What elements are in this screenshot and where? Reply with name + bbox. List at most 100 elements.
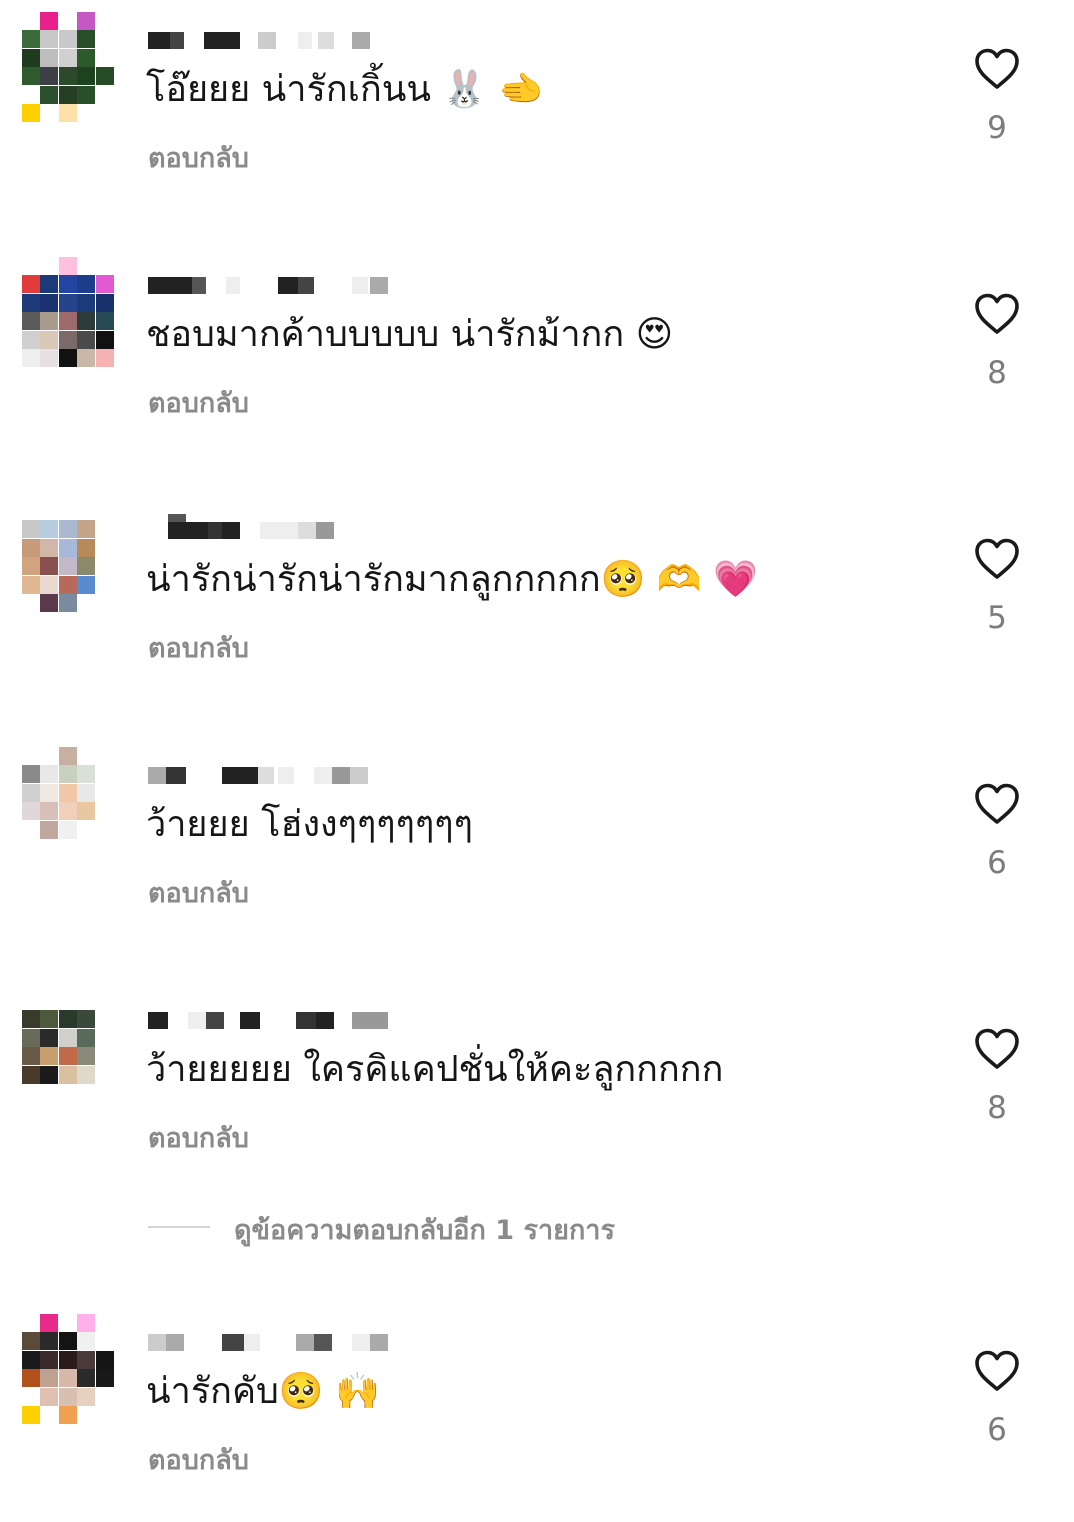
comment-text: น่ารักน่ารักน่ารักมากลูกกกกก🥺 🫶 💗: [146, 559, 759, 600]
avatar-pixel: [58, 575, 77, 594]
username-redacted[interactable]: [148, 763, 408, 793]
like-button[interactable]: 8: [970, 1028, 1024, 1126]
username-redaction-block: [278, 277, 298, 294]
avatar-pixel: [58, 747, 77, 765]
avatar-pixel: [95, 1350, 114, 1369]
avatar-pixel: [58, 330, 77, 349]
avatar[interactable]: [22, 502, 114, 614]
username-redaction-block: [148, 767, 166, 784]
username-redaction-block: [258, 32, 276, 49]
comment-text: ชอบมากค้าบบบบบ น่ารักม้ากก 😍: [146, 314, 674, 355]
avatar-pixel: [22, 1314, 40, 1332]
avatar-pixel: [22, 1406, 40, 1424]
comment-text: ว้ายยย โฮ่งงๆๆๆๆๆๆๆ: [146, 804, 473, 845]
username-redacted[interactable]: [148, 1008, 408, 1038]
avatar-pixel: [95, 820, 114, 839]
avatar-pixel: [40, 1350, 59, 1369]
heart-outline-icon[interactable]: [970, 538, 1024, 580]
comment-text: ว้ายยยยย ใครคิแคปชั่นให้คะลูกกกกก: [146, 1049, 724, 1090]
username-redacted[interactable]: [148, 28, 408, 58]
username-redaction-block: [298, 32, 312, 49]
avatar-pixel: [58, 1065, 77, 1084]
like-button[interactable]: 9: [970, 48, 1024, 146]
avatar-pixel: [22, 48, 40, 67]
avatar-pixel: [40, 1387, 59, 1406]
heart-outline-icon[interactable]: [970, 48, 1024, 90]
avatar[interactable]: [22, 992, 114, 1104]
avatar[interactable]: [22, 747, 114, 859]
heart-outline-icon[interactable]: [970, 783, 1024, 825]
avatar-pixel: [77, 1387, 96, 1406]
avatar-pixel: [95, 85, 114, 104]
avatar-pixel: [77, 1350, 96, 1369]
username-redacted[interactable]: [148, 1330, 408, 1360]
avatar[interactable]: [22, 257, 114, 369]
username-redaction-block: [148, 1012, 168, 1029]
username-redacted[interactable]: [148, 273, 408, 303]
heart-outline-icon[interactable]: [970, 1028, 1024, 1070]
avatar-pixel: [77, 85, 96, 104]
avatar-pixel: [22, 293, 40, 312]
avatar-pixel: [40, 1010, 59, 1029]
avatar-pixel: [95, 1065, 114, 1084]
reply-button[interactable]: ตอบกลับ: [148, 871, 249, 914]
avatar-pixel: [22, 992, 40, 1010]
avatar-pixel: [22, 783, 40, 802]
avatar-pixel: [77, 330, 96, 349]
username-redacted[interactable]: [148, 514, 408, 548]
avatar-pixel: [95, 557, 114, 576]
username-redaction-block: [240, 1012, 260, 1029]
avatar-pixel: [40, 67, 59, 86]
avatar[interactable]: [22, 1314, 114, 1426]
like-button[interactable]: 6: [970, 783, 1024, 881]
avatar-pixel: [77, 1010, 96, 1029]
reply-button[interactable]: ตอบกลับ: [148, 381, 249, 424]
avatar-pixel: [77, 12, 96, 30]
avatar-pixel: [58, 349, 77, 367]
reply-button[interactable]: ตอบกลับ: [148, 136, 249, 179]
comment-text: โอ๊ยยย น่ารักเกิ้นน 🐰 🫲: [146, 69, 544, 110]
username-redaction-block: [258, 767, 274, 784]
username-redaction-block: [260, 522, 298, 539]
reply-button[interactable]: ตอบกลับ: [148, 626, 249, 669]
avatar-pixel: [77, 257, 96, 275]
avatar-pixel: [58, 520, 77, 539]
avatar-pixel: [95, 765, 114, 784]
heart-outline-icon[interactable]: [970, 293, 1024, 335]
username-redaction-block: [316, 1012, 334, 1029]
avatar-pixel: [95, 349, 114, 367]
avatar-pixel: [22, 747, 40, 765]
like-button[interactable]: 6: [970, 1350, 1024, 1448]
avatar-pixel: [77, 1047, 96, 1066]
username-redaction-block: [244, 1334, 260, 1351]
username-redaction-block: [352, 277, 368, 294]
avatar-pixel: [40, 312, 59, 331]
avatar[interactable]: [22, 12, 114, 124]
avatar-pixel: [40, 1406, 59, 1424]
avatar-pixel: [77, 502, 96, 520]
username-redaction-block: [314, 1334, 332, 1351]
avatar-pixel: [22, 1028, 40, 1047]
reply-button[interactable]: ตอบกลับ: [148, 1438, 249, 1481]
username-redaction-block: [296, 1012, 316, 1029]
avatar-pixel: [22, 1010, 40, 1029]
avatar-pixel: [58, 257, 77, 275]
avatar-pixel: [58, 30, 77, 49]
heart-outline-icon[interactable]: [970, 1350, 1024, 1392]
avatar-pixel: [95, 575, 114, 594]
avatar-pixel: [58, 839, 77, 857]
avatar-pixel: [77, 1065, 96, 1084]
avatar-pixel: [95, 1314, 114, 1332]
username-redaction-block: [370, 1334, 388, 1351]
avatar-pixel: [22, 1047, 40, 1066]
username-redaction-block: [352, 32, 370, 49]
avatar-pixel: [77, 1314, 96, 1332]
avatar-pixel: [95, 992, 114, 1010]
like-count: 5: [987, 600, 1007, 636]
reply-button[interactable]: ตอบกลับ: [148, 1116, 249, 1159]
view-more-replies-label[interactable]: ดูข้อความตอบกลับอีก 1 รายการ: [234, 1208, 615, 1251]
avatar-pixel: [40, 557, 59, 576]
like-button[interactable]: 5: [970, 538, 1024, 636]
like-button[interactable]: 8: [970, 293, 1024, 391]
like-count: 6: [987, 1412, 1007, 1448]
